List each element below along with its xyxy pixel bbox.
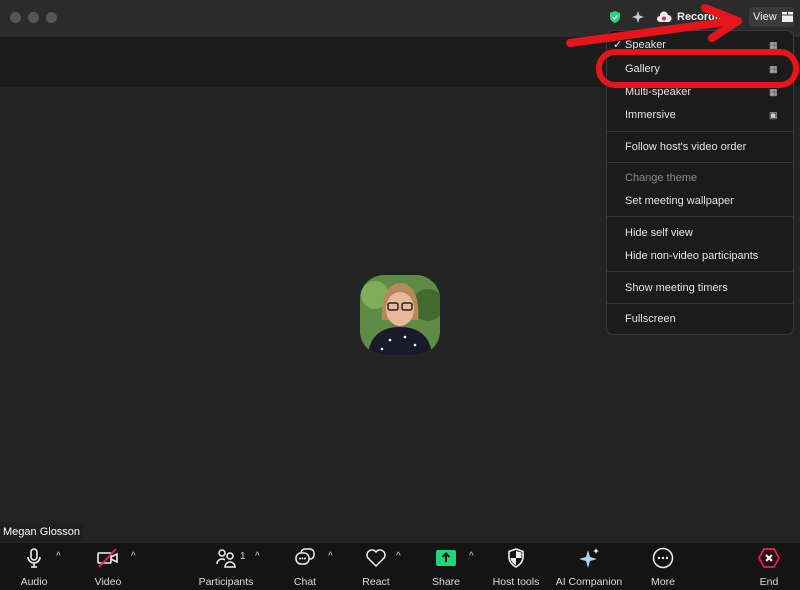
menu-item-label: Show meeting timers — [625, 282, 728, 294]
video-label: Video — [94, 576, 122, 588]
video-off-icon — [97, 548, 118, 568]
ai-companion-button[interactable]: AI Companion — [549, 547, 629, 588]
grid-icon: ▦ — [769, 64, 778, 74]
shield-icon — [508, 548, 524, 568]
participants-icon — [216, 549, 236, 568]
menu-item-label: Immersive — [625, 109, 676, 121]
recording-indicator[interactable]: Recording — [656, 6, 731, 28]
menu-item-label: Gallery — [625, 63, 660, 75]
share-options-caret[interactable]: ^ — [469, 551, 474, 562]
chat-icon — [295, 548, 315, 565]
video-button[interactable]: Video — [68, 547, 148, 588]
ai-companion-sparkle-icon — [579, 548, 599, 568]
encryption-shield-icon[interactable] — [608, 6, 622, 28]
divider — [607, 303, 793, 304]
menu-item-set-wallpaper[interactable]: Set meeting wallpaper — [625, 193, 783, 209]
more-button[interactable]: More — [623, 547, 703, 588]
cloud-record-icon — [657, 11, 672, 22]
react-button[interactable]: React — [336, 547, 416, 588]
share-button[interactable]: Share — [406, 547, 486, 588]
menu-item-label: Fullscreen — [625, 313, 676, 325]
react-options-caret[interactable]: ^ — [396, 551, 401, 562]
divider — [607, 162, 793, 163]
chat-button[interactable]: Chat — [265, 547, 345, 588]
zoom-window-button[interactable] — [46, 12, 57, 23]
share-label: Share — [431, 576, 461, 588]
close-window-button[interactable] — [10, 12, 21, 23]
view-menu: ✓ Speaker ▦ Gallery ▦ Multi-speaker ▦ Immers… — [606, 30, 794, 335]
participant-avatar[interactable] — [360, 275, 440, 355]
menu-item-label: Set meeting wallpaper — [625, 195, 734, 207]
grid-icon: ▦ — [769, 87, 778, 97]
menu-item-fullscreen[interactable]: Fullscreen — [625, 311, 783, 327]
menu-item-label: Multi-speaker — [625, 86, 692, 98]
participants-count: 1 — [240, 551, 246, 562]
checkmark-icon: ✓ — [613, 39, 623, 51]
minimize-window-button[interactable] — [28, 12, 39, 23]
immersive-icon: ▣ — [769, 110, 778, 120]
react-label: React — [362, 576, 390, 588]
ai-sparkle-icon[interactable] — [631, 6, 645, 28]
participants-button[interactable]: Participants — [186, 547, 266, 588]
view-grid-icon — [781, 12, 793, 22]
more-dots-icon — [652, 547, 674, 569]
participant-name: Megan Glosson — [0, 523, 84, 541]
recording-label: Recording — [677, 11, 732, 23]
menu-item-label: Change theme — [625, 172, 698, 184]
view-label: View — [753, 11, 777, 23]
meeting-toolbar: Audio ^ Video ^ Participants 1 ^ Chat ^ … — [0, 543, 800, 590]
host-tools-label: Host tools — [492, 576, 540, 588]
share-screen-icon — [436, 550, 456, 566]
menu-item-label: Speaker — [625, 39, 666, 51]
participants-label: Participants — [198, 576, 254, 588]
video-options-caret[interactable]: ^ — [131, 551, 136, 562]
divider — [607, 271, 793, 272]
audio-label: Audio — [20, 576, 48, 588]
grid-icon: ▦ — [769, 40, 778, 50]
menu-item-change-theme: Change theme — [625, 170, 783, 186]
microphone-icon — [27, 548, 41, 568]
chat-label: Chat — [293, 576, 317, 588]
end-close-icon — [758, 548, 780, 568]
menu-item-multi-speaker[interactable]: Multi-speaker ▦ — [625, 84, 783, 100]
chat-options-caret[interactable]: ^ — [328, 551, 333, 562]
menu-item-speaker[interactable]: ✓ Speaker ▦ — [613, 37, 783, 53]
menu-item-label: Follow host's video order — [625, 141, 747, 153]
menu-item-label: Hide non-video participants — [625, 250, 759, 262]
more-label: More — [651, 576, 675, 588]
view-button[interactable]: View — [749, 7, 794, 27]
audio-options-caret[interactable]: ^ — [56, 551, 61, 562]
end-label: End — [759, 576, 779, 588]
ai-companion-label: AI Companion — [555, 576, 623, 588]
menu-item-meeting-timers[interactable]: Show meeting timers — [625, 280, 783, 296]
divider — [607, 216, 793, 217]
menu-item-gallery[interactable]: Gallery ▦ — [625, 61, 783, 77]
menu-item-immersive[interactable]: Immersive ▣ — [625, 107, 783, 123]
heart-icon — [366, 549, 386, 568]
menu-item-label: Hide self view — [625, 227, 693, 239]
menu-item-follow-host-order[interactable]: Follow host's video order — [625, 139, 783, 155]
divider — [607, 131, 793, 132]
participants-options-caret[interactable]: ^ — [255, 551, 260, 562]
audio-button[interactable]: Audio — [0, 547, 74, 588]
end-meeting-button[interactable]: End — [729, 547, 800, 588]
menu-item-hide-self-view[interactable]: Hide self view — [625, 225, 783, 241]
menu-item-hide-non-video[interactable]: Hide non-video participants — [625, 248, 783, 264]
host-tools-button[interactable]: Host tools — [476, 547, 556, 588]
